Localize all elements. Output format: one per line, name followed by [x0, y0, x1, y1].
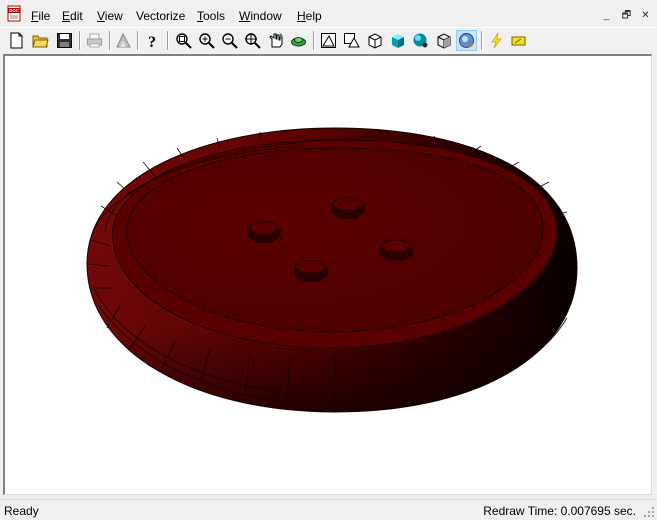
box-outline-button[interactable] [433, 30, 454, 51]
menu-vectorize[interactable]: Vectorize [136, 9, 185, 23]
open-folder-icon [32, 35, 49, 48]
help-icon: ? [148, 34, 156, 49]
zoom-extents-icon [176, 33, 192, 49]
redraw-time: Redraw Time: 0.007695 sec. [483, 504, 636, 518]
save-button[interactable] [54, 30, 75, 51]
zoom-in-icon [199, 33, 215, 49]
menu-window[interactable]: Window [239, 9, 282, 23]
lightning-button[interactable] [486, 30, 507, 51]
highlight-icon [511, 36, 526, 46]
zoom-out-icon [222, 33, 238, 49]
lightning-icon [491, 32, 502, 49]
restore-button[interactable]: 🗗 [619, 8, 634, 23]
box-icon [368, 33, 382, 49]
pan-button[interactable] [265, 30, 286, 51]
menu-bar: DOC File Edit View Vectorize Tools Windo… [0, 0, 657, 26]
highlight-button[interactable] [508, 30, 529, 51]
wireframe-icon [321, 33, 336, 48]
status-text: Ready [4, 504, 39, 518]
toolbar-separator [167, 31, 169, 50]
wireframe-button[interactable] [318, 30, 339, 51]
zoom-window-icon [245, 33, 261, 49]
shaded-sphere-button[interactable] [410, 30, 431, 51]
measure-icon [116, 32, 131, 48]
status-bar: Ready Redraw Time: 0.007695 sec. [0, 499, 657, 520]
shaded-box-button[interactable] [387, 30, 408, 51]
svg-text:?: ? [148, 34, 156, 49]
toolbar-separator [481, 31, 483, 50]
resize-grip-icon[interactable] [643, 506, 655, 518]
menu-file[interactable]: File [31, 9, 50, 23]
open-button[interactable] [30, 30, 51, 51]
render-mode-icon [459, 33, 474, 48]
zoom-in-button[interactable] [196, 30, 217, 51]
close-button[interactable]: ✕ [638, 8, 653, 23]
menu-help[interactable]: Help [297, 9, 322, 23]
shaded-box-icon [392, 34, 404, 48]
zoom-out-button[interactable] [219, 30, 240, 51]
doc-app-icon[interactable]: DOC [6, 5, 23, 22]
menu-view[interactable]: View [97, 9, 123, 23]
button-hole [247, 221, 281, 243]
new-file-button[interactable] [6, 30, 27, 51]
orbit-icon [291, 37, 306, 47]
print-icon [87, 33, 102, 48]
print-button[interactable] [84, 30, 105, 51]
button-hole [294, 260, 328, 282]
save-icon [57, 33, 72, 48]
viewport[interactable] [3, 54, 652, 495]
pan-icon [269, 33, 283, 48]
menu-edit[interactable]: Edit [62, 9, 83, 23]
toolbar-separator [79, 31, 81, 50]
new-file-icon [10, 32, 23, 49]
toolbar-separator [109, 31, 111, 50]
render-mode-button[interactable] [456, 30, 477, 51]
menu-tools[interactable]: Tools [197, 9, 225, 23]
minimize-button[interactable]: _ [599, 8, 614, 23]
shaded-sphere-icon [413, 33, 428, 48]
box-button[interactable] [364, 30, 385, 51]
hidden-line-button[interactable] [341, 30, 362, 51]
help-button[interactable]: ? [142, 30, 163, 51]
box-outline-icon [437, 33, 451, 49]
zoom-window-button[interactable] [242, 30, 263, 51]
hidden-line-icon [344, 33, 360, 48]
zoom-extents-button[interactable] [173, 30, 194, 51]
measure-button[interactable] [113, 30, 134, 51]
orbit-button[interactable] [288, 30, 309, 51]
button-3d-model[interactable] [5, 56, 650, 493]
toolbar-separator [313, 31, 315, 50]
button-hole [331, 197, 365, 219]
button-hole [379, 239, 413, 261]
svg-text:DOC: DOC [9, 8, 20, 13]
toolbar-separator [137, 31, 139, 50]
toolbar: ? [0, 27, 657, 53]
